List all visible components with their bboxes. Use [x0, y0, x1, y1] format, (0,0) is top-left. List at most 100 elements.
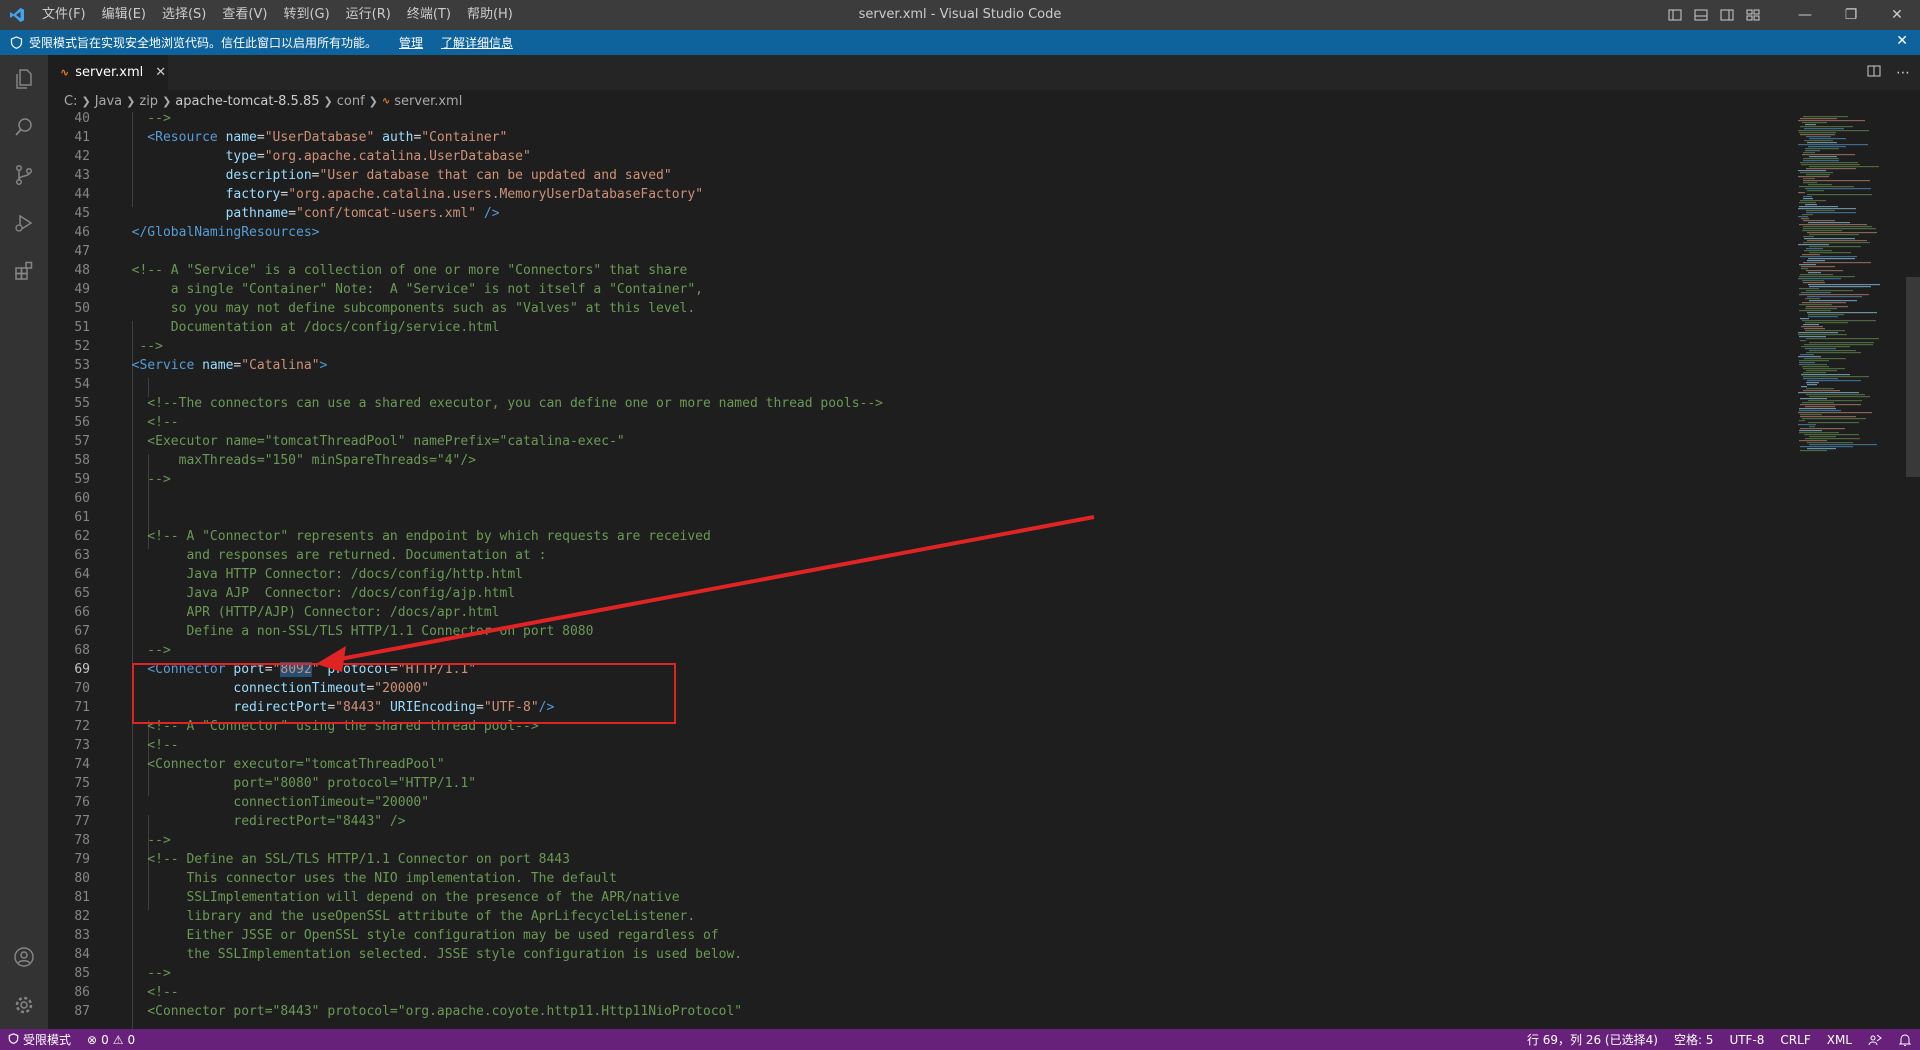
code-line[interactable]: 41 <Resource name="UserDatabase" auth="C… [48, 128, 1788, 147]
menu-help[interactable]: 帮助(H) [459, 0, 521, 30]
code-line[interactable]: 65 Java AJP Connector: /docs/config/ajp.… [48, 584, 1788, 603]
code-line[interactable]: 48 <!-- A "Service" is a collection of o… [48, 261, 1788, 280]
code-line[interactable]: 43 description="User database that can b… [48, 166, 1788, 185]
minimap-line [1799, 202, 1816, 204]
code-line[interactable]: 40 --> [48, 112, 1788, 128]
banner-learn-more-link[interactable]: 了解详细信息 [441, 34, 513, 51]
breadcrumb-java[interactable]: Java [95, 94, 122, 109]
minimize-icon[interactable]: — [1782, 0, 1828, 30]
code-line[interactable]: 84 the SSLImplementation selected. JSSE … [48, 945, 1788, 964]
language-mode-status[interactable]: XML [1819, 1029, 1860, 1050]
code-line[interactable]: 79 <!-- Define an SSL/TLS HTTP/1.1 Conne… [48, 850, 1788, 869]
breadcrumb-zip[interactable]: zip [139, 94, 158, 109]
restore-icon[interactable]: ❐ [1828, 0, 1874, 30]
toggle-sidebar-icon[interactable] [1662, 0, 1688, 30]
code-line[interactable]: 45 pathname="conf/tomcat-users.xml" /> [48, 204, 1788, 223]
problems-status[interactable]: ⊗ 0 ⚠ 0 [79, 1029, 143, 1050]
code-line[interactable]: 49 a single "Container" Note: A "Service… [48, 280, 1788, 299]
code-line[interactable]: 47 [48, 242, 1788, 261]
tab-close-icon[interactable]: ✕ [155, 65, 166, 80]
encoding-status[interactable]: UTF-8 [1721, 1029, 1772, 1050]
menu-run[interactable]: 运行(R) [338, 0, 399, 30]
code-line[interactable]: 81 SSLImplementation will depend on the … [48, 888, 1788, 907]
vertical-scrollbar[interactable] [1906, 112, 1920, 1029]
eol-status[interactable]: CRLF [1772, 1029, 1818, 1050]
customize-layout-icon[interactable] [1740, 0, 1766, 30]
code-line[interactable]: 42 type="org.apache.catalina.UserDatabas… [48, 147, 1788, 166]
code-line[interactable]: 56 <!-- [48, 413, 1788, 432]
code-line[interactable]: 78 --> [48, 831, 1788, 850]
code-line[interactable]: 44 factory="org.apache.catalina.users.Me… [48, 185, 1788, 204]
code-line[interactable]: 63 and responses are returned. Documenta… [48, 546, 1788, 565]
code-token: = [256, 130, 265, 145]
code-line[interactable]: 86 <!-- [48, 983, 1788, 1002]
explorer-icon[interactable] [0, 55, 48, 103]
toggle-secondary-sidebar-icon[interactable] [1714, 0, 1740, 30]
code-line[interactable]: 58 maxThreads="150" minSpareThreads="4"/… [48, 451, 1788, 470]
banner-close-icon[interactable]: ✕ [1896, 33, 1908, 49]
settings-gear-icon[interactable] [0, 981, 48, 1029]
code-line[interactable]: 53 <Service name="Catalina"> [48, 356, 1788, 375]
code-line[interactable]: 77 redirectPort="8443" /> [48, 812, 1788, 831]
breadcrumb-drive[interactable]: C: [64, 94, 77, 109]
menu-terminal[interactable]: 终端(T) [399, 0, 459, 30]
toggle-panel-icon[interactable] [1688, 0, 1714, 30]
breadcrumb-file[interactable]: server.xml [394, 94, 462, 109]
minimap-line [1799, 364, 1827, 366]
code-line[interactable]: 83 Either JSSE or OpenSSL style configur… [48, 926, 1788, 945]
code-line[interactable]: 74 <Connector executor="tomcatThreadPool… [48, 755, 1788, 774]
code-line[interactable]: 85 --> [48, 964, 1788, 983]
code-token: name [202, 358, 234, 373]
menu-file[interactable]: 文件(F) [34, 0, 94, 30]
split-editor-icon[interactable] [1866, 63, 1882, 83]
line-content: and responses are returned. Documentatio… [116, 546, 546, 565]
restricted-mode-status[interactable]: 受限模式 [0, 1029, 80, 1050]
indentation-status[interactable]: 空格: 5 [1666, 1029, 1722, 1050]
menu-edit[interactable]: 编辑(E) [94, 0, 154, 30]
code-line[interactable]: 76 connectionTimeout="20000" [48, 793, 1788, 812]
breadcrumb-tomcat[interactable]: apache-tomcat-8.5.85 [175, 94, 319, 109]
search-icon[interactable] [0, 103, 48, 151]
minimap-line [1799, 360, 1829, 362]
code-line[interactable]: 75 port="8080" protocol="HTTP/1.1" [48, 774, 1788, 793]
code-line[interactable]: 60 [48, 489, 1788, 508]
code-editor[interactable]: 40 --> 41 <Resource name="UserDatabase" a… [48, 112, 1920, 1029]
code-line[interactable]: 82 library and the useOpenSSL attribute … [48, 907, 1788, 926]
more-actions-icon[interactable]: ⋯ [1896, 65, 1910, 81]
code-line[interactable]: 68 --> [48, 641, 1788, 660]
minimap[interactable] [1796, 112, 1906, 1029]
code-line[interactable]: 67 Define a non-SSL/TLS HTTP/1.1 Connect… [48, 622, 1788, 641]
code-line[interactable]: 52 --> [48, 337, 1788, 356]
menu-go[interactable]: 转到(G) [275, 0, 337, 30]
scrollbar-thumb[interactable] [1906, 277, 1920, 477]
code-line[interactable]: 80 This connector uses the NIO implement… [48, 869, 1788, 888]
feedback-icon[interactable] [1860, 1029, 1890, 1050]
code-token: pathname [225, 206, 289, 221]
code-line[interactable]: 59 --> [48, 470, 1788, 489]
code-line[interactable]: 54 [48, 375, 1788, 394]
extensions-icon[interactable] [0, 247, 48, 295]
code-token: library and the useOpenSSL attribute of … [116, 909, 696, 924]
code-line[interactable]: 50 so you may not define subcomponents s… [48, 299, 1788, 318]
account-icon[interactable] [0, 933, 48, 981]
code-line[interactable]: 61 [48, 508, 1788, 527]
code-line[interactable]: 73 <!-- [48, 736, 1788, 755]
code-line[interactable]: 87 <Connector port="8443" protocol="org.… [48, 1002, 1788, 1021]
code-line[interactable]: 62 <!-- A "Connector" represents an endp… [48, 527, 1788, 546]
source-control-icon[interactable] [0, 151, 48, 199]
code-line[interactable]: 46 </GlobalNamingResources> [48, 223, 1788, 242]
run-debug-icon[interactable] [0, 199, 48, 247]
notifications-bell-icon[interactable] [1890, 1029, 1920, 1050]
breadcrumb-conf[interactable]: conf [337, 94, 365, 109]
code-line[interactable]: 57 <Executor name="tomcatThreadPool" nam… [48, 432, 1788, 451]
code-line[interactable]: 55 <!--The connectors can use a shared e… [48, 394, 1788, 413]
banner-manage-link[interactable]: 管理 [399, 34, 423, 51]
code-line[interactable]: 64 Java HTTP Connector: /docs/config/htt… [48, 565, 1788, 584]
menu-selection[interactable]: 选择(S) [154, 0, 214, 30]
close-window-icon[interactable]: ✕ [1874, 0, 1920, 30]
code-line[interactable]: 66 APR (HTTP/AJP) Connector: /docs/apr.h… [48, 603, 1788, 622]
menu-view[interactable]: 查看(V) [214, 0, 275, 30]
cursor-position-status[interactable]: 行 69，列 26 (已选择4) [1519, 1029, 1666, 1050]
tab-server-xml[interactable]: ∿ server.xml ✕ [48, 55, 168, 90]
code-line[interactable]: 51 Documentation at /docs/config/service… [48, 318, 1788, 337]
